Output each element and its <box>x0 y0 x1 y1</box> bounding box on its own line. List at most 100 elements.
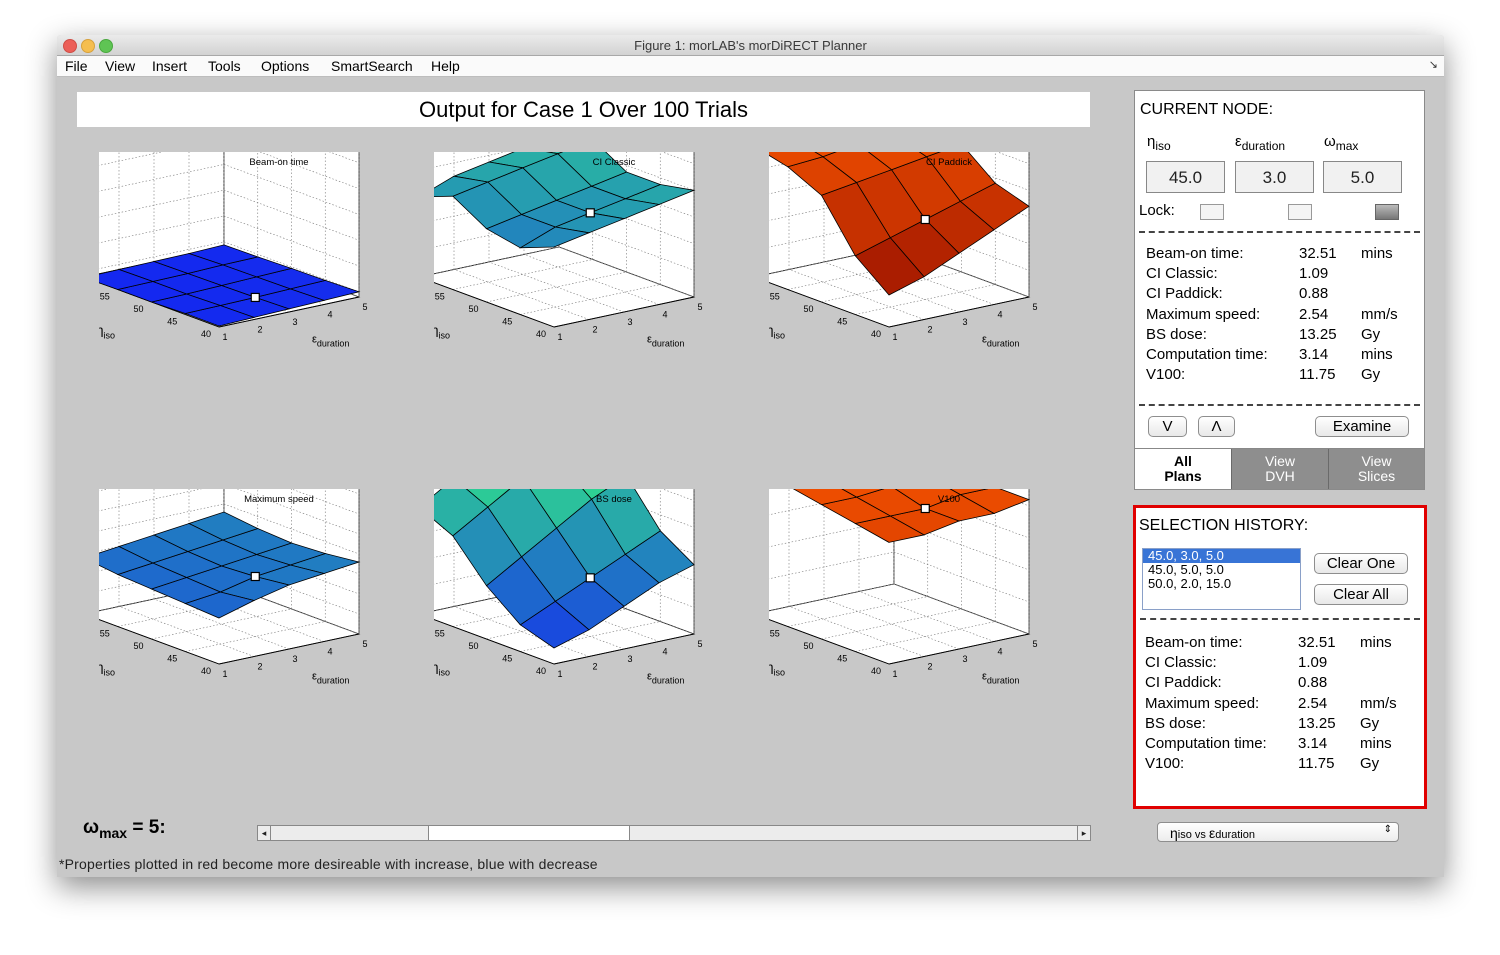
property-value: 3.14 <box>1299 346 1329 364</box>
lock-eta-toggle[interactable] <box>1200 204 1224 220</box>
plot-ci-paddick[interactable]: 1234540455055600.850.860.870.880.890.90.… <box>769 152 1079 442</box>
slider-left-arrow-icon[interactable]: ◂ <box>258 826 271 840</box>
x-tick-label: 2 <box>927 662 932 672</box>
current-node-marker <box>585 573 595 583</box>
surface-plot-ci-classic[interactable]: 12345404550556011.021.041.061.081.11.12C… <box>434 152 744 442</box>
property-unit <box>1360 673 1397 693</box>
list-item[interactable]: 45.0, 3.0, 5.0 <box>1143 549 1300 563</box>
property-value: 0.88 <box>1299 285 1329 303</box>
selection-history-list[interactable]: 45.0, 3.0, 5.0 45.0, 5.0, 5.0 50.0, 2.0,… <box>1142 548 1301 610</box>
plot-bs-dose[interactable]: 12345404550556013.2413.24513.2513.25513.… <box>434 489 744 779</box>
menu-file[interactable]: File <box>65 58 88 74</box>
divider <box>1139 404 1420 406</box>
lock-label: Lock: <box>1139 202 1175 219</box>
plot-title: CI Paddick <box>926 157 972 168</box>
list-item[interactable]: 45.0, 5.0, 5.0 <box>1143 563 1300 577</box>
clear-one-button[interactable]: Clear One <box>1314 553 1408 574</box>
slider-right-arrow-icon[interactable]: ▸ <box>1077 826 1090 840</box>
x-axis-label: εduration <box>647 671 684 686</box>
x-tick-label: 5 <box>362 302 367 312</box>
lock-eps-toggle[interactable] <box>1288 204 1312 220</box>
x-tick-label: 5 <box>362 639 367 649</box>
tab-view-dvh[interactable]: View DVH <box>1231 449 1328 489</box>
x-tick-label: 3 <box>962 317 967 327</box>
property-name: CI Paddick: <box>1145 674 1222 692</box>
y-tick-label: 50 <box>133 641 143 651</box>
tab-all-plans[interactable]: All Plans <box>1135 449 1231 489</box>
x-tick-label: 4 <box>662 647 667 657</box>
x-tick-label: 5 <box>697 639 702 649</box>
property-row: CI Classic: 1.09 <box>1146 263 1398 283</box>
property-name: CI Classic: <box>1145 653 1217 671</box>
y-tick-label: 50 <box>133 304 143 314</box>
x-tick-label: 4 <box>327 647 332 657</box>
y-tick-label: 55 <box>770 292 780 302</box>
updown-arrows-icon: ⇕ <box>1383 824 1392 835</box>
y-axis-label: ηiso <box>769 660 785 678</box>
plot-beam-on-time[interactable]: 12345404550556050100150200250300350Beam-… <box>99 152 409 442</box>
surface-plot-ci-paddick[interactable]: 1234540455055600.850.860.870.880.890.90.… <box>769 152 1079 442</box>
resize-arrow-icon[interactable]: ↘ <box>1429 58 1438 71</box>
plot-title: Beam-on time <box>249 157 308 168</box>
x-axis-label: εduration <box>647 334 684 349</box>
window-title: Figure 1: morLAB's morDiRECT Planner <box>634 38 867 53</box>
x-tick-label: 3 <box>627 317 632 327</box>
omega-slider[interactable]: ◂ ▸ <box>257 825 1091 841</box>
surface-plot-bs-dose[interactable]: 12345404550556013.2413.24513.2513.25513.… <box>434 489 744 779</box>
property-value: 0.88 <box>1298 674 1328 692</box>
plot-ci-classic[interactable]: 12345404550556011.021.041.061.081.11.12C… <box>434 152 744 442</box>
up-button[interactable]: Λ <box>1198 416 1235 437</box>
y-tick-label: 45 <box>167 654 177 664</box>
lock-omega-toggle[interactable] <box>1375 204 1399 220</box>
slider-thumb[interactable] <box>428 826 631 840</box>
x-tick-label: 1 <box>557 332 562 342</box>
surface-plot-beam-on-time[interactable]: 12345404550556050100150200250300350Beam-… <box>99 152 409 442</box>
surface-plot-maximum-speed[interactable]: 123454045505560012345678Maximum speedMax… <box>99 489 409 779</box>
property-unit: mins <box>1360 735 1392 753</box>
x-tick-label: 3 <box>292 654 297 664</box>
property-unit: mins <box>1360 633 1392 651</box>
x-tick-label: 3 <box>292 317 297 327</box>
y-tick-label: 50 <box>468 304 478 314</box>
y-tick-label: 50 <box>803 304 813 314</box>
plot-maximum-speed[interactable]: 123454045505560012345678Maximum speedMax… <box>99 489 409 779</box>
examine-button[interactable]: Examine <box>1315 416 1409 437</box>
property-value: 1.09 <box>1299 264 1329 282</box>
y-tick-label: 55 <box>100 292 110 302</box>
property-value: 13.25 <box>1299 325 1337 343</box>
y-tick-label: 40 <box>536 329 546 339</box>
clear-all-button[interactable]: Clear All <box>1314 584 1408 605</box>
menu-smartsearch[interactable]: SmartSearch <box>331 58 413 74</box>
y-tick-label: 40 <box>536 666 546 676</box>
property-unit: Gy <box>1361 325 1381 343</box>
x-tick-label: 4 <box>997 310 1002 320</box>
property-row: CI Paddick: 0.88 <box>1145 673 1397 693</box>
list-item[interactable]: 50.0, 2.0, 15.0 <box>1143 577 1300 591</box>
x-tick-label: 1 <box>222 332 227 342</box>
property-name: Maximum speed: <box>1145 694 1260 712</box>
down-button[interactable]: V <box>1148 416 1187 437</box>
menu-help[interactable]: Help <box>431 58 460 74</box>
menu-view[interactable]: View <box>105 58 135 74</box>
view-select[interactable]: ηiso vs εduration ⇕ <box>1157 822 1399 842</box>
property-unit: Gy <box>1361 366 1381 384</box>
y-tick-label: 40 <box>871 329 881 339</box>
y-axis-label: ηiso <box>434 323 450 341</box>
surface-plot-v100[interactable]: 12345404550556011.511.5511.611.6511.711.… <box>769 489 1079 779</box>
y-tick-label: 40 <box>201 329 211 339</box>
omega-max-indicator: ωmax = 5: <box>83 817 166 841</box>
tab-view-slices[interactable]: View Slices <box>1328 449 1424 489</box>
plot-v100[interactable]: 12345404550556011.511.5511.611.6511.711.… <box>769 489 1079 779</box>
menu-options[interactable]: Options <box>261 58 309 74</box>
y-tick-label: 40 <box>201 666 211 676</box>
property-name: BS dose: <box>1146 325 1207 343</box>
omega-max-field[interactable]: 5.0 <box>1323 161 1402 193</box>
menu-insert[interactable]: Insert <box>152 58 187 74</box>
y-tick-label: 55 <box>435 629 445 639</box>
eps-duration-field[interactable]: 3.0 <box>1235 161 1314 193</box>
menu-tools[interactable]: Tools <box>208 58 241 74</box>
property-row: CI Paddick: 0.88 <box>1146 284 1398 304</box>
x-tick-label: 3 <box>962 654 967 664</box>
eta-iso-field[interactable]: 45.0 <box>1146 161 1225 193</box>
property-value: 1.09 <box>1298 653 1328 671</box>
